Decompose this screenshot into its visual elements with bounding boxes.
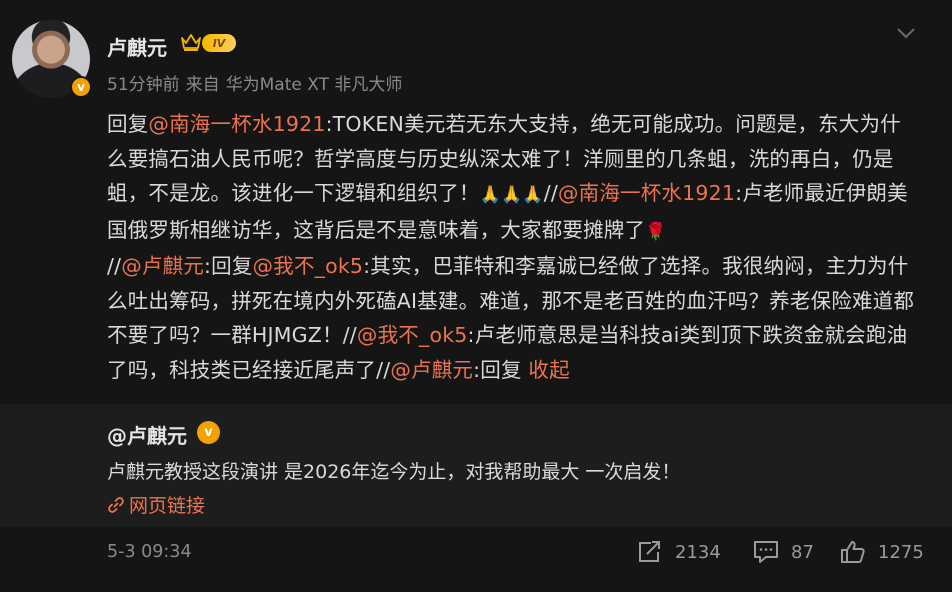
post-text-segment: :回复 bbox=[473, 357, 529, 382]
web-link[interactable]: 网页链接 bbox=[107, 491, 205, 518]
collapse-button[interactable]: 收起 bbox=[528, 358, 569, 382]
rose-emoji: 🌹 bbox=[645, 221, 667, 242]
comment-count: 87 bbox=[791, 541, 814, 563]
mention-link[interactable]: @卢麒元 bbox=[121, 254, 204, 278]
mention-link[interactable]: @我不_ok5 bbox=[253, 254, 364, 278]
source-prefix: 来自 bbox=[185, 75, 220, 95]
repost-author[interactable]: @卢麒元 bbox=[107, 420, 187, 449]
post-time: 51分钟前 bbox=[107, 75, 180, 95]
repost-count: 2134 bbox=[675, 541, 721, 563]
mention-link[interactable]: @南海一杯水1921 bbox=[558, 181, 735, 205]
post-text-segment: 回复 bbox=[107, 112, 149, 136]
post-text-segment: // bbox=[543, 181, 558, 205]
crown-icon bbox=[181, 34, 201, 51]
weibo-post-card: v 卢麒元 IV 51分钟前 来自 华为Mate XT 非凡大师 回复@南海一杯水1… bbox=[0, 0, 952, 592]
link-icon bbox=[108, 496, 124, 513]
repost-icon bbox=[639, 541, 660, 562]
avatar[interactable]: v bbox=[12, 20, 92, 100]
like-button[interactable]: 1275 bbox=[840, 540, 924, 564]
pray-emoji: 🙏🙏🙏 bbox=[479, 185, 544, 205]
comment-icon bbox=[754, 541, 778, 563]
post-timestamp: 5-3 09:34 bbox=[107, 542, 192, 562]
comment-button[interactable]: 87 bbox=[753, 540, 814, 564]
like-count: 1275 bbox=[878, 541, 924, 563]
web-link-label: 网页链接 bbox=[129, 495, 206, 517]
mention-link[interactable]: @南海一杯水1921 bbox=[148, 112, 325, 136]
post-text-segment: // bbox=[107, 254, 122, 278]
like-icon bbox=[841, 541, 865, 563]
repost-text: 卢麒元教授这段演讲 是2026年迄今为止，对我帮助最大 一次启发！ bbox=[107, 461, 681, 483]
post-meta: 51分钟前 来自 华为Mate XT 非凡大师 bbox=[107, 70, 408, 95]
user-name[interactable]: 卢麒元 bbox=[107, 32, 167, 61]
level-badge: IV bbox=[202, 34, 236, 52]
chevron-down-icon[interactable] bbox=[896, 26, 916, 40]
post-text-segment: :回复 bbox=[204, 254, 253, 278]
source-device[interactable]: 华为Mate XT 非凡大师 bbox=[226, 75, 403, 95]
repost-button[interactable]: 2134 bbox=[637, 540, 721, 564]
avatar-verified-icon: v bbox=[70, 76, 92, 98]
verified-icon: v bbox=[197, 421, 220, 444]
mention-link[interactable]: @卢麒元 bbox=[390, 358, 473, 382]
post-text-segment: // bbox=[342, 323, 357, 347]
mention-link[interactable]: @我不_ok5 bbox=[357, 323, 468, 347]
post-text: 回复@南海一杯水1921:TOKEN美元若无东大支持，绝无可能成功。问题是，东大… bbox=[107, 107, 919, 387]
